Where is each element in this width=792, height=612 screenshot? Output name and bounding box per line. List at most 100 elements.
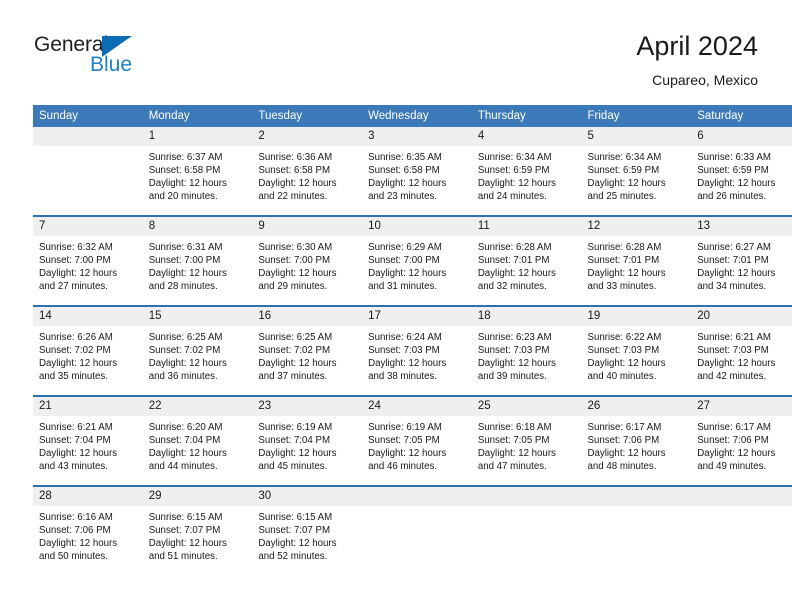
calendar-day-cell[interactable]: 8 Sunrise: 6:31 AM Sunset: 7:00 PM Daylight…: [142, 215, 253, 306]
calendar-day-cell[interactable]: 28 Sunrise: 6:16 AM Sunset: 7:06 PM Dayligh…: [33, 485, 143, 575]
daylight-text-line1: Daylight: 12 hours: [148, 178, 227, 190]
sunset-text: Sunset: 6:59 PM: [587, 165, 660, 177]
sunrise-text: Sunrise: 6:23 AM: [477, 332, 552, 343]
day-sun-info: Sunrise: 6:17 AM Sunset: 7:06 PM Daylight:…: [582, 416, 692, 473]
sunset-text: Sunset: 7:02 PM: [258, 345, 331, 357]
calendar-day-cell[interactable]: 1 Sunrise: 6:37 AM Sunset: 6:58 PM Daylight…: [142, 127, 253, 216]
day-sun-info: Sunrise: 6:16 AM Sunset: 7:06 PM Daylight:…: [33, 506, 143, 563]
sunset-text: Sunset: 7:04 PM: [258, 435, 331, 447]
daylight-text-line1: Daylight: 12 hours: [258, 448, 337, 460]
day-sun-info: Sunrise: 6:26 AM Sunset: 7:02 PM Daylight:…: [33, 326, 143, 383]
calendar-day-cell[interactable]: 9 Sunrise: 6:30 AM Sunset: 7:00 PM Daylight…: [252, 215, 363, 306]
calendar-day-cell[interactable]: 5 Sunrise: 6:34 AM Sunset: 6:59 PM Daylight…: [581, 127, 692, 216]
sunset-text: Sunset: 6:58 PM: [258, 165, 331, 177]
calendar-day-cell[interactable]: 20 Sunrise: 6:21 AM Sunset: 7:03 PM Dayligh…: [691, 305, 792, 396]
sunset-text: Sunset: 7:05 PM: [368, 435, 440, 447]
calendar-day-cell[interactable]: 6 Sunrise: 6:33 AM Sunset: 6:59 PM Daylight…: [691, 127, 792, 216]
calendar-day-cell[interactable]: 12 Sunrise: 6:28 AM Sunset: 7:01 PM Dayligh…: [581, 215, 692, 306]
day-number: 27: [691, 397, 792, 416]
sunrise-text: Sunrise: 6:32 AM: [39, 242, 113, 253]
daylight-text-line2: and 35 minutes.: [39, 371, 108, 383]
daylight-text-line1: Daylight: 12 hours: [148, 358, 227, 370]
calendar-day-cell[interactable]: 13 Sunrise: 6:27 AM Sunset: 7:01 PM Dayligh…: [691, 215, 792, 306]
calendar-week-row: 28 Sunrise: 6:16 AM Sunset: 7:06 PM Dayligh…: [33, 485, 792, 575]
day-number: 28: [33, 487, 143, 506]
calendar-day-cell[interactable]: 15 Sunrise: 6:25 AM Sunset: 7:02 PM Dayligh…: [142, 305, 253, 396]
sunrise-text: Sunrise: 6:27 AM: [697, 242, 771, 253]
calendar-body: 1 Sunrise: 6:37 AM Sunset: 6:58 PM Daylight…: [33, 127, 792, 575]
daylight-text-line1: Daylight: 12 hours: [258, 358, 337, 370]
day-sun-info: Sunrise: 6:29 AM Sunset: 7:00 PM Daylight:…: [362, 236, 472, 293]
daylight-text-line2: and 52 minutes.: [258, 551, 328, 563]
daylight-text-line2: and 39 minutes.: [477, 371, 547, 383]
daylight-text-line2: and 23 minutes.: [368, 191, 438, 203]
day-number: 6: [691, 127, 792, 146]
daylight-text-line2: and 47 minutes.: [477, 461, 547, 473]
calendar-day-cell[interactable]: 7 Sunrise: 6:32 AM Sunset: 7:00 PM Daylight…: [33, 215, 143, 306]
daylight-text-line2: and 25 minutes.: [587, 191, 657, 203]
calendar-day-cell[interactable]: 26 Sunrise: 6:17 AM Sunset: 7:06 PM Dayligh…: [581, 395, 692, 486]
calendar-day-cell[interactable]: 14 Sunrise: 6:26 AM Sunset: 7:02 PM Dayligh…: [33, 305, 143, 396]
sunset-text: Sunset: 7:00 PM: [368, 255, 440, 267]
day-number: 24: [362, 397, 472, 416]
calendar-day-cell[interactable]: 30 Sunrise: 6:15 AM Sunset: 7:07 PM Dayligh…: [252, 485, 363, 575]
calendar-day-cell[interactable]: 2 Sunrise: 6:36 AM Sunset: 6:58 PM Daylight…: [252, 127, 363, 216]
daylight-text-line1: Daylight: 12 hours: [39, 448, 118, 460]
day-sun-info: Sunrise: 6:25 AM Sunset: 7:02 PM Daylight:…: [143, 326, 253, 383]
sunrise-text: Sunrise: 6:35 AM: [368, 152, 442, 163]
calendar-day-cell[interactable]: 4 Sunrise: 6:34 AM Sunset: 6:59 PM Daylight…: [471, 127, 582, 216]
day-sun-info: Sunrise: 6:20 AM Sunset: 7:04 PM Daylight:…: [143, 416, 253, 473]
day-sun-info: Sunrise: 6:17 AM Sunset: 7:06 PM Daylight:…: [691, 416, 792, 473]
calendar-day-cell[interactable]: 18 Sunrise: 6:23 AM Sunset: 7:03 PM Dayligh…: [471, 305, 582, 396]
calendar-day-cell[interactable]: 22 Sunrise: 6:20 AM Sunset: 7:04 PM Dayligh…: [142, 395, 253, 486]
calendar-day-cell[interactable]: 17 Sunrise: 6:24 AM Sunset: 7:03 PM Dayligh…: [362, 305, 472, 396]
daylight-text-line2: and 36 minutes.: [148, 371, 218, 383]
sunset-text: Sunset: 6:58 PM: [148, 165, 221, 177]
page-title: April 2024: [636, 31, 758, 61]
day-number: 26: [581, 397, 692, 416]
day-number: 8: [142, 217, 253, 236]
calendar-day-cell[interactable]: 23 Sunrise: 6:19 AM Sunset: 7:04 PM Dayligh…: [252, 395, 363, 486]
calendar-day-cell-empty: [33, 127, 143, 216]
weekday-header-saturday: Saturday: [691, 105, 792, 127]
day-sun-info: Sunrise: 6:32 AM Sunset: 7:00 PM Daylight:…: [33, 236, 143, 293]
sunrise-text: Sunrise: 6:28 AM: [587, 242, 662, 253]
calendar-day-cell[interactable]: 25 Sunrise: 6:18 AM Sunset: 7:05 PM Dayligh…: [471, 395, 582, 486]
calendar-day-cell[interactable]: 21 Sunrise: 6:21 AM Sunset: 7:04 PM Dayligh…: [33, 395, 143, 486]
calendar-day-cell[interactable]: 27 Sunrise: 6:17 AM Sunset: 7:06 PM Dayligh…: [691, 395, 792, 486]
day-number: 12: [581, 217, 692, 236]
calendar-day-cell[interactable]: 3 Sunrise: 6:35 AM Sunset: 6:58 PM Daylight…: [362, 127, 472, 216]
daylight-text-line2: and 32 minutes.: [477, 281, 547, 293]
day-number: 22: [142, 397, 253, 416]
day-number: 30: [252, 487, 363, 506]
calendar-day-cell[interactable]: 16 Sunrise: 6:25 AM Sunset: 7:02 PM Dayligh…: [252, 305, 363, 396]
day-sun-info: Sunrise: 6:28 AM Sunset: 7:01 PM Daylight:…: [582, 236, 692, 293]
calendar-page: General Blue April 2024 Cupareo, Mexico …: [0, 0, 792, 612]
sunset-text: Sunset: 7:01 PM: [587, 255, 660, 267]
daylight-text-line2: and 48 minutes.: [587, 461, 657, 473]
day-number: 16: [252, 307, 363, 326]
day-number: [362, 487, 472, 506]
daylight-text-line1: Daylight: 12 hours: [39, 358, 118, 370]
calendar-day-cell[interactable]: 19 Sunrise: 6:22 AM Sunset: 7:03 PM Dayligh…: [581, 305, 692, 396]
day-number: 19: [581, 307, 692, 326]
calendar-day-cell[interactable]: 24 Sunrise: 6:19 AM Sunset: 7:05 PM Dayligh…: [362, 395, 472, 486]
calendar-day-cell[interactable]: 11 Sunrise: 6:28 AM Sunset: 7:01 PM Dayligh…: [471, 215, 582, 306]
sunrise-text: Sunrise: 6:15 AM: [258, 512, 333, 523]
sunset-text: Sunset: 7:00 PM: [258, 255, 331, 267]
calendar-day-cell[interactable]: 10 Sunrise: 6:29 AM Sunset: 7:00 PM Dayligh…: [362, 215, 472, 306]
calendar-day-cell[interactable]: 29 Sunrise: 6:15 AM Sunset: 7:07 PM Dayligh…: [142, 485, 253, 575]
daylight-text-line2: and 51 minutes.: [148, 551, 218, 563]
sunrise-text: Sunrise: 6:34 AM: [477, 152, 552, 163]
calendar-header-row: Sunday Monday Tuesday Wednesday Thursday…: [33, 105, 792, 127]
logo-text-blue: Blue: [90, 53, 133, 76]
weekday-header-wednesday: Wednesday: [362, 105, 472, 127]
sunrise-text: Sunrise: 6:25 AM: [148, 332, 223, 343]
day-number: 21: [33, 397, 143, 416]
day-sun-info: Sunrise: 6:25 AM Sunset: 7:02 PM Daylight:…: [252, 326, 362, 383]
sunset-text: Sunset: 7:02 PM: [39, 345, 111, 357]
day-number: 13: [691, 217, 792, 236]
day-number: 4: [471, 127, 582, 146]
sunrise-text: Sunrise: 6:33 AM: [697, 152, 771, 163]
sunrise-text: Sunrise: 6:37 AM: [148, 152, 223, 163]
